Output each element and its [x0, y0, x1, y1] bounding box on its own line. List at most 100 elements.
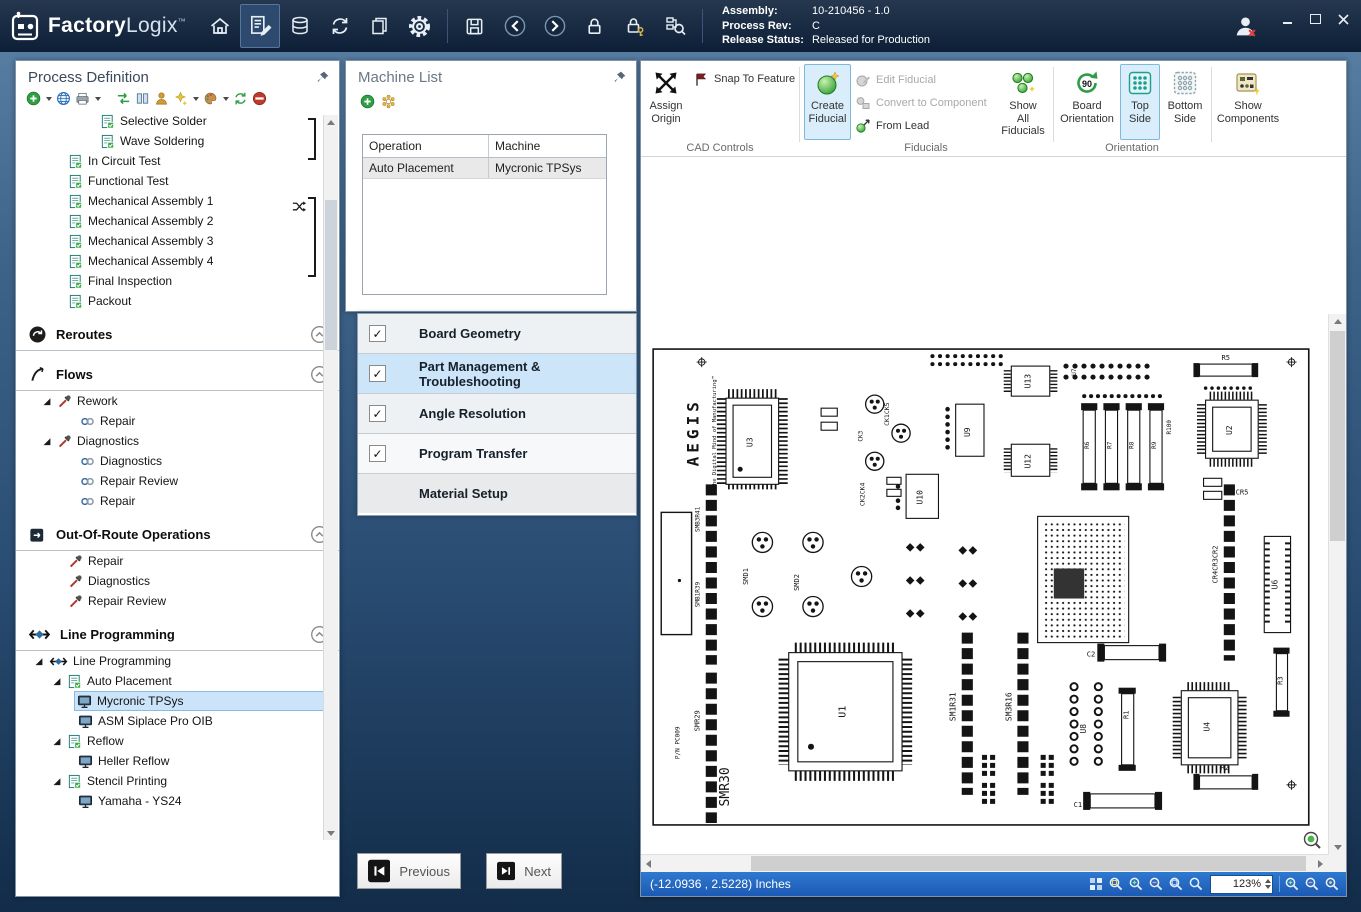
bottom-side-button[interactable]: Bottom Side — [1162, 64, 1208, 140]
expander-icon[interactable]: ◢ — [42, 396, 52, 407]
section-flows[interactable]: Flows — [16, 358, 339, 391]
tree-item-flow-step[interactable]: Repair — [16, 411, 339, 431]
print-dropdown-caret[interactable] — [95, 97, 101, 101]
tree-item-operation[interactable]: In Circuit Test — [16, 151, 339, 171]
section-out-of-route[interactable]: Out-Of-Route Operations — [16, 518, 339, 551]
expander-icon[interactable]: ◢ — [52, 676, 62, 687]
tree-item-machine[interactable]: ASM Siplace Pro OIB — [16, 711, 339, 731]
wizard-step-part-management[interactable]: ✓ Part Management & Troubleshooting — [358, 354, 636, 394]
convert-to-component-button[interactable]: Convert to Component — [855, 95, 987, 111]
globe-icon[interactable] — [56, 91, 71, 106]
tree-item-oor[interactable]: Repair — [16, 551, 339, 571]
previous-button[interactable]: Previous — [357, 853, 461, 889]
tree-item-operation[interactable]: Final Inspection — [16, 271, 339, 291]
pan-grid-icon[interactable] — [1088, 876, 1104, 892]
scroll-down-arrow[interactable] — [324, 826, 338, 840]
effects-icon[interactable] — [173, 91, 188, 106]
add-machine-icon[interactable] — [360, 94, 375, 109]
tree-item-operation[interactable]: Mechanical Assembly 2 — [16, 211, 339, 231]
tree-item-operation[interactable]: Mechanical Assembly 4 — [16, 251, 339, 271]
tree-item-flow[interactable]: ◢Rework — [16, 391, 339, 411]
machine-settings-icon[interactable] — [381, 94, 396, 109]
tree-item-machine[interactable]: Yamaha - YS24 — [16, 791, 339, 811]
tree-item-operation[interactable]: ◢Reflow — [16, 731, 339, 751]
close-button[interactable] — [1335, 12, 1351, 26]
refresh-icon[interactable] — [233, 91, 248, 106]
maximize-button[interactable] — [1307, 12, 1323, 26]
expander-icon[interactable]: ◢ — [52, 776, 62, 787]
documents-button[interactable] — [360, 4, 400, 48]
assign-origin-button[interactable]: Assign Origin — [643, 64, 689, 140]
section-line-programming[interactable]: Line Programming — [16, 618, 339, 651]
wizard-step-material-setup[interactable]: Material Setup — [358, 474, 636, 513]
column-header-operation[interactable]: Operation — [363, 135, 489, 157]
zoom-in-icon-2[interactable] — [1284, 876, 1300, 892]
swap-icon[interactable] — [116, 91, 131, 106]
scroll-left-arrow[interactable] — [641, 855, 656, 872]
process-definition-button[interactable] — [240, 4, 280, 48]
tree-item-operation[interactable]: Functional Test — [16, 171, 339, 191]
expander-icon[interactable]: ◢ — [42, 436, 52, 447]
zoom-page-icon[interactable] — [1108, 876, 1124, 892]
machine-table-row[interactable]: Auto Placement Mycronic TPSys — [363, 158, 606, 179]
zoom-window-icon[interactable] — [1168, 876, 1184, 892]
forward-button[interactable] — [535, 4, 575, 48]
section-reroutes[interactable]: Reroutes — [16, 318, 339, 351]
tree-item-operation[interactable]: Selective Solder — [16, 111, 339, 131]
column-header-machine[interactable]: Machine — [489, 135, 606, 157]
zoom-indicator-icon[interactable] — [1302, 830, 1322, 850]
tree-item-oor[interactable]: Repair Review — [16, 591, 339, 611]
tree-item-operation[interactable]: ◢Auto Placement — [16, 671, 339, 691]
checkbox-checked[interactable]: ✓ — [369, 445, 386, 462]
edit-fiducial-button[interactable]: Edit Fiducial — [855, 72, 936, 88]
user-session-button[interactable] — [1225, 4, 1265, 48]
pin-icon[interactable] — [316, 70, 330, 84]
wizard-step-angle-resolution[interactable]: ✓ Angle Resolution — [358, 394, 636, 434]
scroll-down-arrow[interactable] — [1329, 840, 1346, 855]
add-operation-icon[interactable] — [26, 91, 41, 106]
palette-dropdown-caret[interactable] — [223, 97, 229, 101]
cad-viewport[interactable]: AEGISThe Digital Mind of Manufacturing™U… — [641, 314, 1328, 855]
back-button[interactable] — [495, 4, 535, 48]
minimize-button[interactable] — [1279, 12, 1295, 26]
materials-button[interactable] — [280, 4, 320, 48]
zoom-in-icon[interactable] — [1128, 876, 1144, 892]
zoom-spinner[interactable] — [1265, 876, 1271, 893]
tree-item-operation[interactable]: Packout — [16, 291, 339, 311]
scroll-thumb[interactable] — [751, 856, 1306, 871]
show-all-fiducials-button[interactable]: Show All Fiducials — [997, 64, 1049, 140]
scroll-right-arrow[interactable] — [1313, 855, 1328, 872]
tree-item-operation[interactable]: Mechanical Assembly 3 — [16, 231, 339, 251]
tree-item-machine-selected[interactable]: Mycronic TPSys — [16, 691, 339, 711]
tree-item-flow-step[interactable]: Repair Review — [16, 471, 339, 491]
save-button[interactable] — [455, 4, 495, 48]
scroll-thumb[interactable] — [325, 200, 337, 350]
cad-vertical-scrollbar[interactable] — [1328, 314, 1346, 855]
checkbox-checked[interactable]: ✓ — [369, 405, 386, 422]
palette-icon[interactable] — [203, 91, 218, 106]
settings-button[interactable] — [400, 4, 440, 48]
effects-dropdown-caret[interactable] — [193, 97, 199, 101]
top-side-button[interactable]: Top Side — [1120, 64, 1160, 140]
pin-icon[interactable] — [613, 70, 627, 84]
zoom-extents-icon[interactable] — [1188, 876, 1204, 892]
pcb-drawing[interactable]: AEGISThe Digital Mind of Manufacturing™U… — [641, 314, 1328, 855]
scroll-up-arrow[interactable] — [324, 115, 338, 129]
scroll-thumb[interactable] — [1330, 331, 1345, 541]
add-dropdown-caret[interactable] — [46, 97, 52, 101]
zoom-selection-icon[interactable] — [1324, 876, 1340, 892]
columns-icon[interactable] — [135, 91, 150, 106]
expander-icon[interactable]: ◢ — [52, 736, 62, 747]
tree-item-machine[interactable]: Heller Reflow — [16, 751, 339, 771]
tree-item-flow-step[interactable]: Diagnostics — [16, 451, 339, 471]
snap-to-feature-button[interactable]: Snap To Feature — [693, 71, 795, 87]
cad-horizontal-scrollbar[interactable] — [641, 854, 1328, 872]
disable-icon[interactable] — [252, 91, 267, 106]
tree-item-oor[interactable]: Diagnostics — [16, 571, 339, 591]
from-lead-button[interactable]: From Lead — [855, 118, 929, 134]
next-button[interactable]: Next — [486, 853, 562, 889]
audit-search-button[interactable] — [655, 4, 695, 48]
tree-item-flow-step[interactable]: Repair — [16, 491, 339, 511]
wizard-step-program-transfer[interactable]: ✓ Program Transfer — [358, 434, 636, 474]
sync-button[interactable] — [320, 4, 360, 48]
